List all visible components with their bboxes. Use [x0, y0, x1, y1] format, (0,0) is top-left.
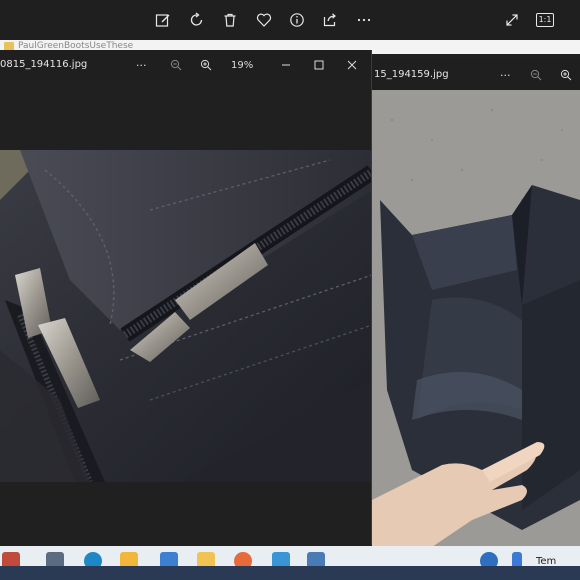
fullscreen-icon[interactable] [499, 8, 525, 32]
boot-zipper-photo [0, 150, 371, 482]
zoom-in-icon[interactable] [200, 56, 212, 74]
desktop: 1:1 PaulGreenBootsUseThese 0815_194116.j… [0, 0, 580, 580]
window-titlebar[interactable]: 15_194159.jpg ··· [372, 60, 580, 90]
photo-window-right[interactable]: 15_194159.jpg ··· [372, 60, 580, 547]
file-name: 15_194159.jpg [374, 69, 449, 80]
edit-image-icon[interactable] [150, 8, 176, 32]
delete-icon[interactable] [217, 8, 243, 32]
window-titlebar[interactable]: 0815_194116.jpg ··· 19% [0, 50, 371, 80]
zoom-out-icon[interactable] [530, 66, 542, 84]
more-options-button[interactable]: ··· [500, 66, 511, 84]
secondary-taskbar [0, 566, 580, 580]
zoom-in-icon[interactable] [560, 66, 572, 84]
more-icon[interactable] [351, 8, 377, 32]
share-icon[interactable] [317, 8, 343, 32]
info-icon[interactable] [284, 8, 310, 32]
zoom-out-icon[interactable] [170, 56, 182, 74]
actual-size-button[interactable]: 1:1 [532, 8, 558, 32]
boot-shaft-photo [372, 90, 580, 547]
minimize-icon[interactable] [280, 56, 292, 74]
maximize-icon[interactable] [313, 56, 325, 74]
photos-toolbar: 1:1 [0, 0, 580, 40]
file-name: 0815_194116.jpg [0, 59, 88, 70]
close-icon[interactable] [346, 56, 358, 74]
actual-size-label: 1:1 [535, 13, 555, 27]
photo-window-left[interactable]: 0815_194116.jpg ··· 19% [0, 50, 372, 545]
heart-icon[interactable] [251, 8, 277, 32]
zoom-level: 19% [231, 59, 254, 71]
rotate-icon[interactable] [184, 8, 210, 32]
more-options-button[interactable]: ··· [136, 56, 147, 74]
